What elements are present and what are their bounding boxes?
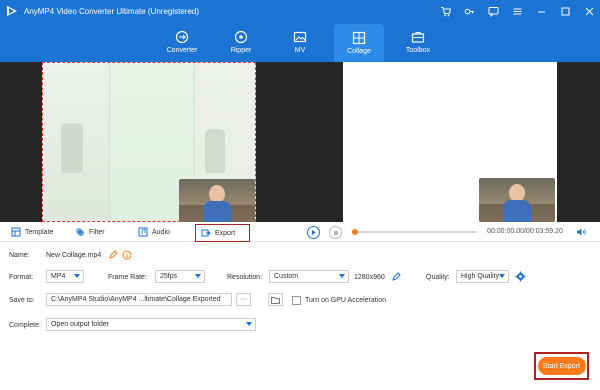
quality-label: Quality: [426, 274, 450, 281]
start-export-button[interactable]: Start Export [537, 357, 586, 375]
framerate-label: Frame Rate: [108, 274, 147, 281]
gpu-label: Turn on GPU Acceleration [305, 297, 387, 304]
ripper-icon [234, 30, 248, 44]
main-nav: Converter Ripper MV Collage Toolbox [0, 22, 600, 62]
play-icon [312, 230, 316, 235]
progress-knob[interactable] [351, 229, 358, 235]
nav-mv[interactable]: MV [275, 22, 325, 62]
nav-collage[interactable]: Collage [334, 24, 384, 62]
app-logo-icon [7, 6, 17, 16]
open-folder-button[interactable] [268, 293, 283, 306]
nav-toolbox[interactable]: Toolbox [393, 22, 443, 62]
resolution-label: Resolution: [227, 274, 263, 281]
nav-ripper[interactable]: Ripper [216, 22, 266, 62]
collage-panel-1[interactable] [43, 63, 109, 221]
export-icon [201, 229, 211, 237]
quality-select[interactable]: High Quality [456, 270, 509, 283]
tab-filter[interactable]: Filter [75, 222, 105, 242]
title-bar: AnyMP4 Video Converter Ultimate (Unregis… [0, 0, 600, 22]
stop-button[interactable] [329, 226, 342, 239]
mv-icon [293, 31, 307, 43]
saveto-path[interactable]: C:\AnyMP4 Studio\AnyMP4 ...ltimate\Colla… [46, 293, 232, 306]
collage-icon [352, 31, 366, 45]
feedback-icon[interactable] [486, 4, 500, 18]
maximize-icon[interactable] [558, 4, 572, 18]
play-button[interactable] [307, 226, 320, 239]
edit-resolution-icon[interactable] [391, 272, 401, 282]
figure-shape [205, 129, 225, 173]
collage-editor-canvas[interactable] [42, 62, 256, 223]
start-export-highlight: Start Export [534, 352, 589, 380]
name-value: New Collage.mp4 [46, 252, 102, 259]
thumbnail-body [503, 200, 531, 222]
close-icon[interactable] [582, 4, 596, 18]
preview-area [0, 62, 600, 223]
saveto-label: Save to: [9, 297, 35, 304]
toolbox-icon [411, 32, 425, 43]
format-select[interactable]: MP4 [46, 270, 84, 283]
framerate-select[interactable]: 25fps [155, 270, 205, 283]
nav-converter[interactable]: Converter [157, 22, 207, 62]
cart-icon[interactable] [438, 4, 452, 18]
resolution-select[interactable]: Custom [269, 270, 349, 283]
template-icon [11, 227, 21, 237]
filter-icon [76, 228, 84, 236]
volume-icon[interactable] [576, 227, 586, 237]
menu-icon[interactable] [510, 4, 524, 18]
tab-template[interactable]: Template [11, 222, 53, 242]
browse-button[interactable]: ··· [236, 293, 251, 306]
resolution-size: 1280x960 [354, 274, 385, 281]
chevron-down-icon [195, 274, 201, 278]
folder-icon [271, 296, 280, 304]
chevron-down-icon [246, 322, 252, 326]
window-controls [438, 0, 596, 22]
playback-progress[interactable] [351, 229, 477, 235]
time-display: 00:00:00.00/00:03:59.20 [487, 228, 563, 235]
key-icon[interactable] [462, 4, 476, 18]
complete-select[interactable]: Open output folder [46, 318, 256, 331]
video-thumbnail[interactable] [179, 179, 255, 223]
chevron-down-icon [339, 274, 345, 278]
tab-export[interactable]: Export [195, 224, 250, 242]
figure-shape [61, 123, 83, 173]
preview-thumbnail [479, 178, 555, 222]
export-settings: Name: New Collage.mp4 Format: MP4 Frame … [0, 243, 600, 390]
converter-icon [175, 30, 189, 44]
tab-audio[interactable]: Audio [138, 222, 170, 242]
name-label: Name: [9, 252, 30, 259]
thumbnail-body [203, 201, 231, 223]
chevron-down-icon [74, 274, 80, 278]
chevron-down-icon [499, 274, 505, 278]
gear-icon[interactable] [515, 271, 526, 282]
audio-icon [138, 227, 148, 237]
format-label: Format: [9, 274, 34, 281]
app-title: AnyMP4 Video Converter Ultimate (Unregis… [24, 6, 200, 16]
output-preview [343, 62, 557, 222]
edit-name-icon[interactable] [108, 250, 118, 260]
minimize-icon[interactable] [534, 4, 548, 18]
stop-icon [333, 230, 338, 235]
complete-label: Complete: [9, 322, 41, 329]
gpu-checkbox[interactable] [292, 296, 301, 305]
info-icon[interactable] [122, 250, 132, 260]
